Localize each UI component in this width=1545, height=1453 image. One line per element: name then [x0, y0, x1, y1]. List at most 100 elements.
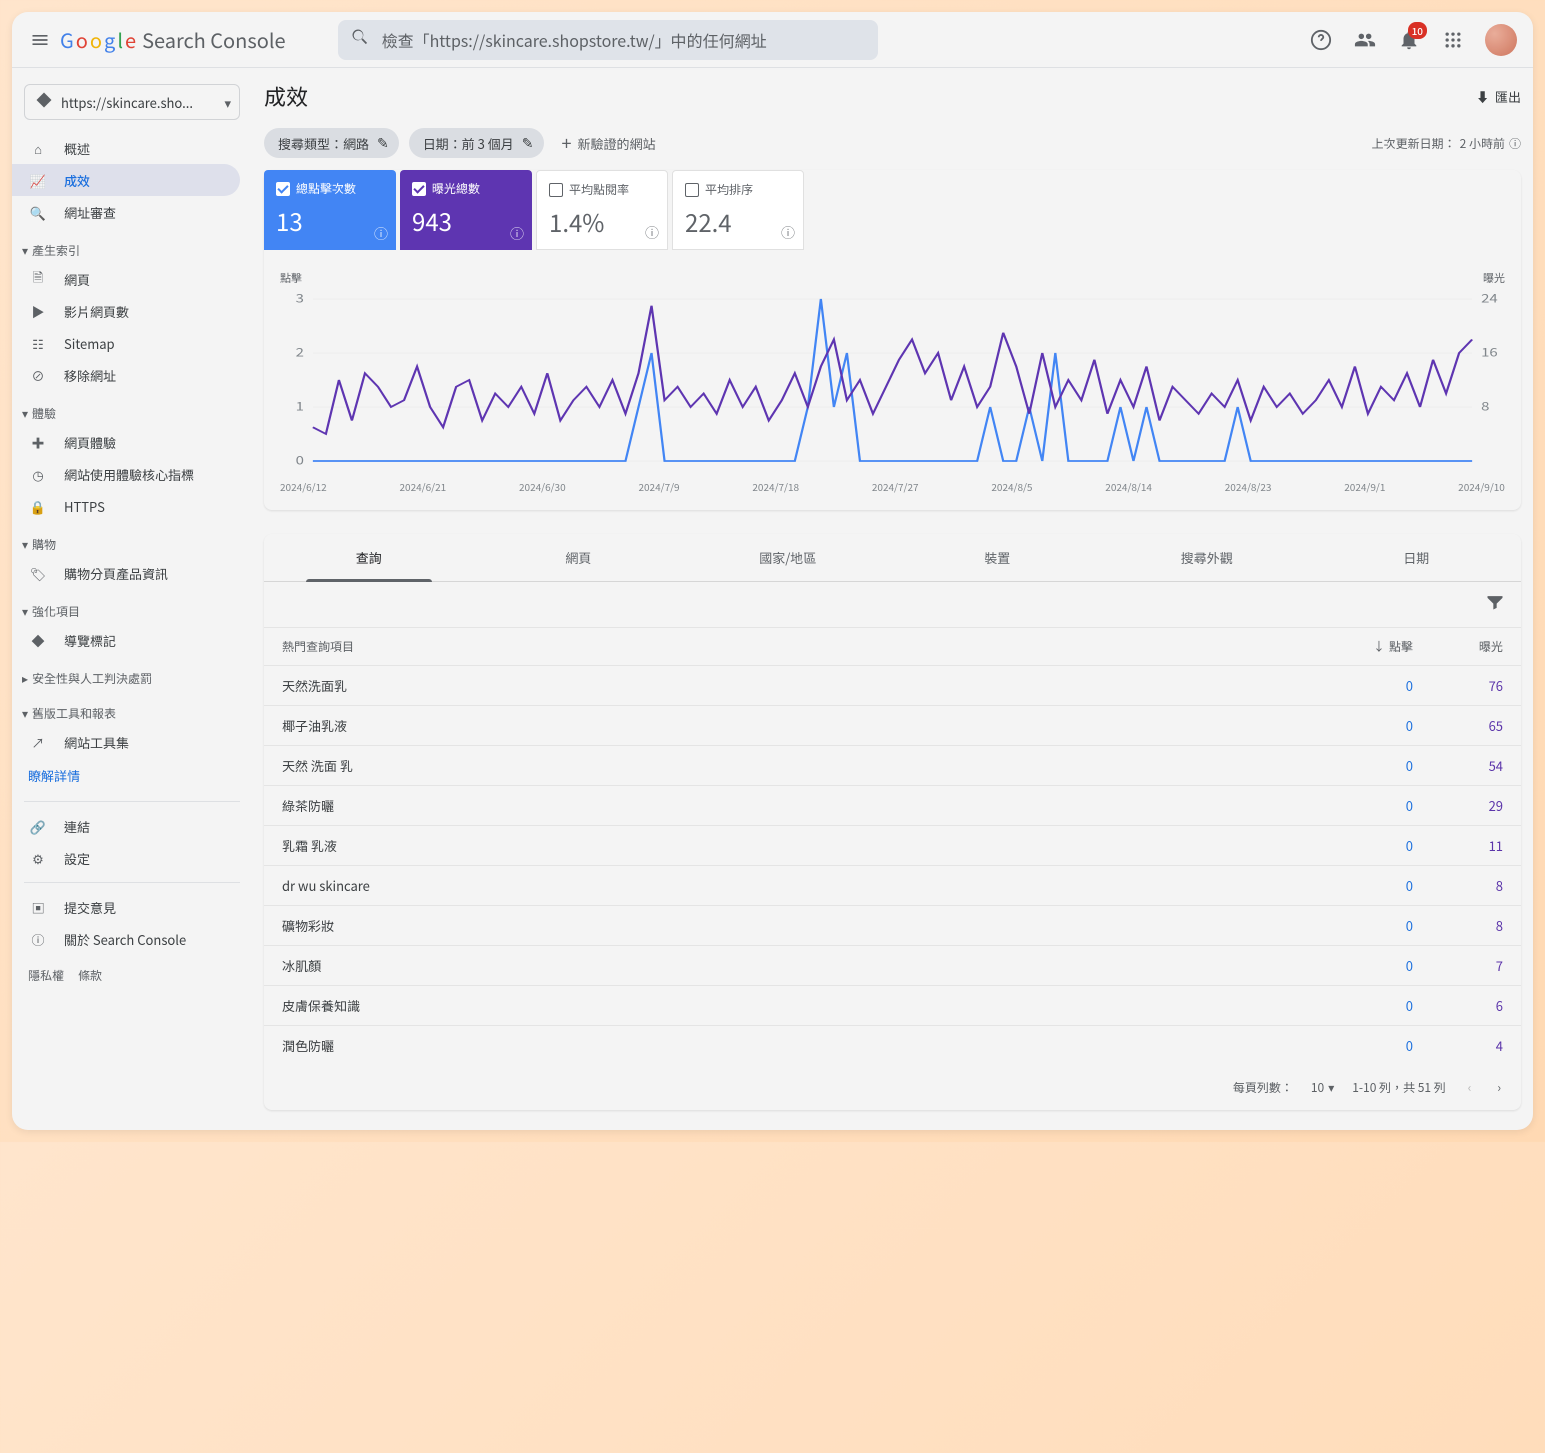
- section-shopping[interactable]: ▾ 購物: [12, 528, 252, 557]
- info-icon[interactable]: ⓘ: [781, 223, 795, 243]
- tile-position[interactable]: 平均排序 22.4 ⓘ: [672, 170, 804, 250]
- table-row[interactable]: dr wu skincare08: [264, 865, 1521, 905]
- nav-overview[interactable]: ⌂概述: [12, 132, 240, 164]
- nav-about[interactable]: ⓘ關於 Search Console: [12, 923, 240, 955]
- plus-icon: +: [562, 130, 572, 156]
- pencil-icon: ✎: [377, 133, 389, 153]
- help-icon[interactable]: [1309, 28, 1333, 52]
- section-enhancements[interactable]: ▾ 強化項目: [12, 595, 252, 624]
- chip-date-range[interactable]: 日期：前 3 個月 ✎: [409, 128, 544, 158]
- tab-3[interactable]: 裝置: [893, 534, 1103, 581]
- add-filter-button[interactable]: + 新驗證的網站: [554, 130, 664, 156]
- search-placeholder: 檢查「https://skincare.shopstore.tw/」中的任何網址: [382, 28, 767, 52]
- url-inspect-search[interactable]: 檢查「https://skincare.shopstore.tw/」中的任何網址: [338, 20, 878, 60]
- nav-breadcrumbs[interactable]: ◆導覽標記: [12, 624, 240, 656]
- info-icon: ⓘ: [28, 930, 48, 949]
- info-icon[interactable]: ⓘ: [374, 224, 388, 244]
- tile-clicks[interactable]: 總點擊次數 13 ⓘ: [264, 170, 396, 250]
- property-selector[interactable]: https://skincare.sho... ▾: [24, 84, 240, 120]
- section-experience[interactable]: ▾ 體驗: [12, 397, 252, 426]
- nav-feedback[interactable]: ▣提交意見: [12, 891, 240, 923]
- page-icon: 🗎: [28, 267, 48, 291]
- users-icon[interactable]: [1353, 28, 1377, 52]
- terms-link[interactable]: 條款: [78, 967, 102, 984]
- prev-page-button[interactable]: ‹: [1464, 1075, 1476, 1100]
- tab-1[interactable]: 網頁: [474, 534, 684, 581]
- section-indexing[interactable]: ▾ 產生索引: [12, 234, 252, 263]
- table-header: 熱門查詢項目 ↓點擊 曝光: [264, 627, 1521, 665]
- lock-icon: 🔒: [28, 497, 48, 516]
- performance-chart: 012381624: [280, 290, 1505, 470]
- table-row[interactable]: 乳霜 乳液011: [264, 825, 1521, 865]
- notifications-icon[interactable]: 10: [1397, 28, 1421, 52]
- export-button[interactable]: ⬇ 匯出: [1476, 87, 1521, 106]
- nav-toolset[interactable]: ↗網站工具集: [12, 726, 240, 758]
- nav-https[interactable]: 🔒HTTPS: [12, 490, 240, 522]
- table-row[interactable]: 天然 洗面 乳054: [264, 745, 1521, 785]
- nav-shopping-info[interactable]: 🏷購物分頁產品資訊: [12, 557, 240, 589]
- nav-page-experience[interactable]: ✚網頁體驗: [12, 426, 240, 458]
- main-content: 成效 ⬇ 匯出 搜尋類型：網路 ✎ 日期：前 3 個月 ✎ + 新驗證的網站 上…: [252, 68, 1533, 1130]
- account-avatar[interactable]: [1485, 24, 1517, 56]
- nav-core-web-vitals[interactable]: ◷網站使用體驗核心指標: [12, 458, 240, 490]
- tile-impressions[interactable]: 曝光總數 943 ⓘ: [400, 170, 532, 250]
- section-security[interactable]: ▸ 安全性與人工判決處罰: [12, 662, 252, 691]
- svg-text:16: 16: [1481, 344, 1498, 360]
- plus-circle-icon: ✚: [28, 433, 48, 452]
- svg-text:1: 1: [296, 398, 304, 414]
- cell-impressions: 29: [1413, 796, 1503, 815]
- table-row[interactable]: 冰肌顏07: [264, 945, 1521, 985]
- nav-learn-more[interactable]: 瞭解詳情: [12, 758, 252, 793]
- cell-impressions: 6: [1413, 996, 1503, 1015]
- info-icon[interactable]: ⓘ: [510, 224, 524, 244]
- nav-removals[interactable]: ⊘移除網址: [12, 359, 240, 391]
- rows-per-page-label: 每頁列數：: [1233, 1079, 1293, 1096]
- col-clicks[interactable]: ↓點擊: [1323, 638, 1413, 655]
- cell-query: 天然 洗面 乳: [282, 756, 1323, 775]
- menu-icon[interactable]: [28, 28, 52, 52]
- apps-icon[interactable]: [1441, 28, 1465, 52]
- help-icon[interactable]: ⓘ: [1509, 135, 1521, 152]
- col-impressions[interactable]: 曝光: [1413, 638, 1503, 655]
- svg-text:3: 3: [296, 290, 304, 306]
- tab-5[interactable]: 日期: [1312, 534, 1522, 581]
- tile-ctr[interactable]: 平均點閱率 1.4% ⓘ: [536, 170, 668, 250]
- tab-4[interactable]: 搜尋外觀: [1102, 534, 1312, 581]
- tab-0[interactable]: 查詢: [264, 534, 474, 581]
- home-icon: ⌂: [28, 139, 48, 158]
- nav-links[interactable]: 🔗連結: [12, 810, 240, 842]
- property-name: https://skincare.sho...: [61, 93, 193, 112]
- cell-query: 潤色防曬: [282, 1036, 1323, 1055]
- search-icon: [350, 27, 370, 52]
- link-icon: 🔗: [28, 817, 48, 836]
- nav-settings[interactable]: ⚙設定: [12, 842, 240, 874]
- tab-2[interactable]: 國家/地區: [683, 534, 893, 581]
- filter-icon[interactable]: [1485, 592, 1505, 617]
- nav-sitemaps[interactable]: ☷Sitemap: [12, 327, 240, 359]
- nav-url-inspection[interactable]: 🔍網址審查: [12, 196, 240, 228]
- cell-clicks: 0: [1323, 876, 1413, 895]
- next-page-button[interactable]: ›: [1493, 1075, 1505, 1100]
- rows-per-page-select[interactable]: 10 ▾: [1311, 1079, 1334, 1096]
- cell-clicks: 0: [1323, 836, 1413, 855]
- table-row[interactable]: 綠茶防曬029: [264, 785, 1521, 825]
- topbar: Google Search Console 檢查「https://skincar…: [12, 12, 1533, 68]
- table-row[interactable]: 礦物彩妝08: [264, 905, 1521, 945]
- table-row[interactable]: 椰子油乳液065: [264, 705, 1521, 745]
- cell-clicks: 0: [1323, 916, 1413, 935]
- cell-query: 綠茶防曬: [282, 796, 1323, 815]
- left-axis-label: 點擊: [280, 270, 302, 286]
- cell-impressions: 65: [1413, 716, 1503, 735]
- privacy-link[interactable]: 隱私權: [28, 967, 64, 984]
- nav-video-pages[interactable]: ▶影片網頁數: [12, 295, 240, 327]
- table-row[interactable]: 潤色防曬04: [264, 1025, 1521, 1065]
- section-legacy[interactable]: ▾ 舊版工具和報表: [12, 697, 252, 726]
- gear-icon: ⚙: [28, 849, 48, 868]
- table-row[interactable]: 皮膚保養知識06: [264, 985, 1521, 1025]
- info-icon[interactable]: ⓘ: [645, 223, 659, 243]
- nav-performance[interactable]: 📈成效: [12, 164, 240, 196]
- chip-search-type[interactable]: 搜尋類型：網路 ✎: [264, 128, 399, 158]
- pencil-icon: ✎: [522, 133, 534, 153]
- nav-pages[interactable]: 🗎網頁: [12, 263, 240, 295]
- table-row[interactable]: 天然洗面乳076: [264, 665, 1521, 705]
